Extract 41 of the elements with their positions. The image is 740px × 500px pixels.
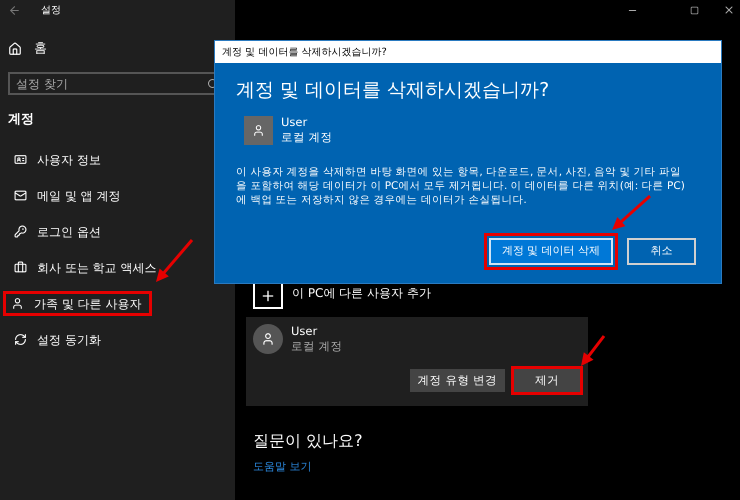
sidebar-item[interactable]: 설정 동기화	[6, 327, 112, 352]
close-icon[interactable]	[723, 4, 735, 16]
user-name: User	[281, 115, 308, 130]
cancel-button[interactable]: 취소	[627, 238, 696, 265]
sidebar-item[interactable]: 회사 또는 학교 액세스	[6, 255, 168, 280]
sync-icon	[14, 333, 27, 346]
sidebar-item[interactable]: 가족 및 다른 사용자	[3, 291, 152, 316]
sidebar-item[interactable]: 메일 및 앱 계정	[6, 183, 132, 208]
arrow	[612, 194, 651, 230]
help-heading: 질문이 있나요?	[253, 430, 364, 452]
arrow	[156, 239, 194, 282]
account-card[interactable]: User 로컬 계정 계정 유형 변경 제거	[246, 317, 588, 406]
account-name: User	[291, 324, 318, 339]
user-type: 로컬 계정	[281, 130, 333, 145]
sidebar-item[interactable]: 사용자 정보	[6, 147, 112, 172]
home-item[interactable]: 홈	[8, 39, 47, 59]
person-icon	[252, 124, 265, 136]
person-icon	[261, 332, 275, 346]
account-type: 로컬 계정	[291, 339, 343, 354]
maximize-icon[interactable]	[690, 6, 699, 14]
window-title: 설정	[41, 4, 61, 18]
delete-button[interactable]: 계정 및 데이터 삭제	[489, 238, 613, 265]
person-icon	[11, 297, 24, 310]
add-user-label[interactable]: 이 PC에 다른 사용자 추가	[292, 284, 431, 302]
back-icon[interactable]	[8, 4, 21, 16]
account-button[interactable]: 계정 유형 변경	[410, 369, 505, 392]
id-card-icon	[14, 153, 27, 166]
dialog-title: 계정 및 데이터를 삭제하시겠습니까?	[222, 46, 387, 60]
section-heading: 계정	[8, 111, 35, 129]
account-button[interactable]: 제거	[514, 369, 580, 392]
key-icon	[14, 225, 27, 238]
sidebar-item[interactable]: 로그인 옵션	[6, 219, 112, 244]
search-input[interactable]: 설정 찾기	[16, 74, 207, 92]
dialog-message: 이 사용자 계정을 삭제하면 바탕 화면에 있는 항목, 다운로드, 문서, 사진, 음악 및 기타 파일을 포함하여 해당 데이터가 이 PC에서 모두 제거됩니다. 이 데이터를 다른 위치(예: 다른 PC)에 백업 또는 저장하지 않은 경우에는 데이터가 손실됩니다.	[236, 165, 686, 207]
arrow	[581, 335, 606, 366]
home-icon	[8, 42, 22, 56]
envelope-icon	[14, 189, 27, 202]
help-link[interactable]: 도움말 보기	[253, 459, 740, 476]
dialog-heading: 계정 및 데이터를 삭제하시겠습니까?	[236, 78, 550, 103]
plus-icon	[260, 288, 276, 304]
briefcase-icon	[14, 261, 27, 274]
